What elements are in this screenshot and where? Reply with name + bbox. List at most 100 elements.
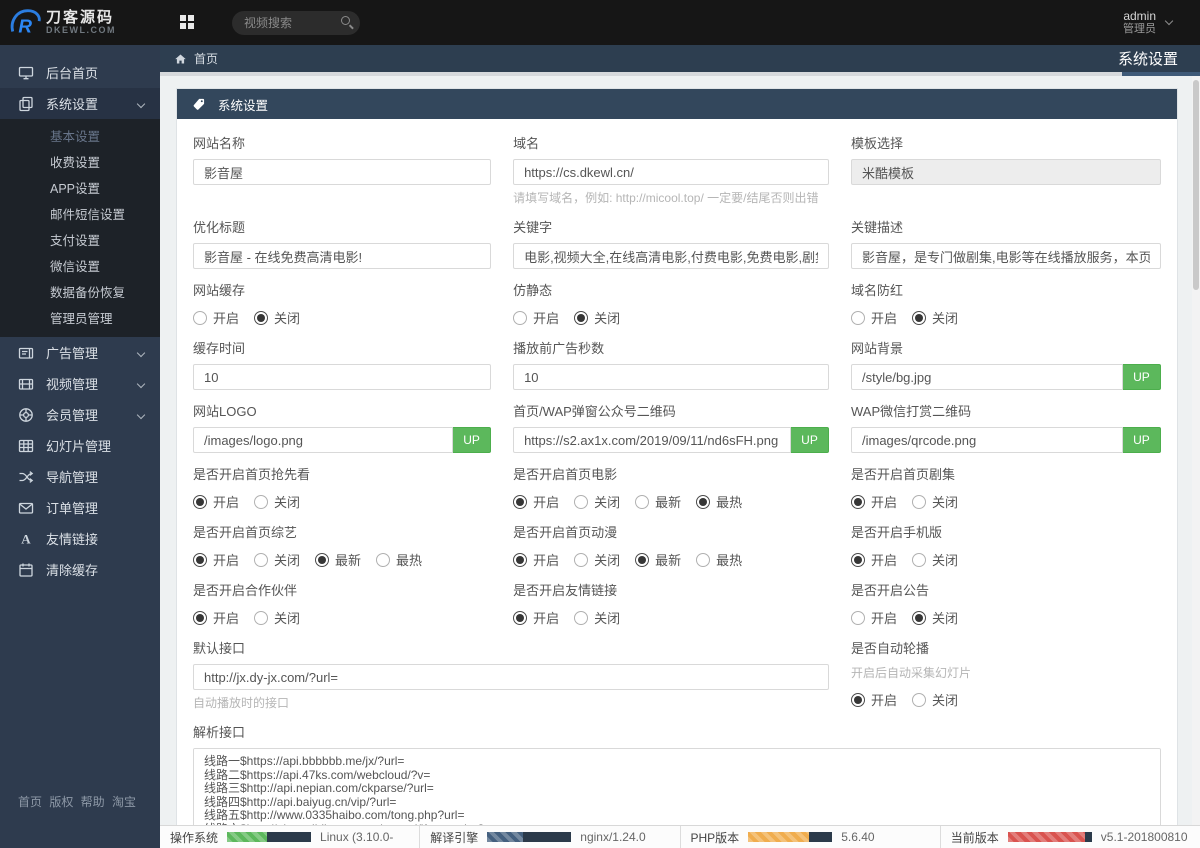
sidebar-subitem[interactable]: 微信设置 bbox=[0, 254, 160, 280]
text-input[interactable] bbox=[193, 427, 453, 453]
panel-title: 系统设置 bbox=[218, 95, 268, 114]
sidebar-subitem[interactable]: 邮件短信设置 bbox=[0, 202, 160, 228]
sidebar-footer-link[interactable]: 首页 bbox=[18, 793, 42, 810]
upload-button[interactable]: UP bbox=[791, 427, 829, 453]
settings-panel: 系统设置 网站名称 域名请填写域名，例如: http://micool.top/… bbox=[176, 88, 1178, 825]
text-input[interactable] bbox=[851, 243, 1161, 269]
radio-option[interactable]: 开启 bbox=[513, 492, 559, 511]
radio-option[interactable]: 关闭 bbox=[912, 492, 958, 511]
radio-option[interactable]: 关闭 bbox=[912, 308, 958, 327]
radio-option[interactable]: 开启 bbox=[193, 608, 239, 627]
radio-option[interactable]: 最新 bbox=[635, 550, 681, 569]
text-input[interactable] bbox=[851, 364, 1123, 390]
radio-option[interactable]: 关闭 bbox=[254, 308, 300, 327]
search-icon[interactable] bbox=[341, 16, 350, 25]
sidebar-item[interactable]: 幻灯片管理 bbox=[0, 430, 160, 461]
home-icon bbox=[174, 53, 187, 65]
text-input[interactable] bbox=[513, 243, 829, 269]
radio-option[interactable]: 关闭 bbox=[574, 308, 620, 327]
radio-option[interactable]: 开启 bbox=[193, 550, 239, 569]
apps-grid-icon[interactable] bbox=[178, 13, 198, 33]
radio-icon bbox=[696, 495, 710, 509]
text-input[interactable] bbox=[513, 159, 829, 185]
form-field: 是否开启手机版 开启 关闭 bbox=[851, 522, 1161, 569]
field-label: 关键描述 bbox=[851, 217, 1161, 236]
radio-option[interactable]: 开启 bbox=[513, 308, 559, 327]
sidebar-item[interactable]: 会员管理 bbox=[0, 399, 160, 430]
radio-option[interactable]: 开启 bbox=[513, 608, 559, 627]
radio-option[interactable]: 关闭 bbox=[574, 608, 620, 627]
sidebar-item-label: 幻灯片管理 bbox=[46, 436, 144, 455]
sidebar-item[interactable]: 系统设置 bbox=[0, 88, 160, 119]
text-input[interactable] bbox=[193, 243, 491, 269]
user-menu[interactable]: admin 管理员 bbox=[1123, 10, 1172, 35]
scrollbar-thumb[interactable] bbox=[1193, 80, 1199, 290]
radio-option[interactable]: 最新 bbox=[315, 550, 361, 569]
radio-group: 开启 关闭 bbox=[851, 308, 1161, 327]
radio-option[interactable]: 关闭 bbox=[574, 550, 620, 569]
status-label: 操作系统 bbox=[170, 829, 218, 846]
radio-option[interactable]: 关闭 bbox=[574, 492, 620, 511]
sidebar-item[interactable]: A 友情链接 bbox=[0, 523, 160, 554]
radio-option[interactable]: 关闭 bbox=[254, 550, 300, 569]
radio-option[interactable]: 关闭 bbox=[912, 550, 958, 569]
radio-icon bbox=[574, 495, 588, 509]
text-input[interactable] bbox=[193, 664, 829, 690]
sidebar-subitem[interactable]: 数据备份恢复 bbox=[0, 280, 160, 306]
text-input[interactable] bbox=[193, 364, 491, 390]
text-input[interactable] bbox=[193, 159, 491, 185]
sidebar-subitem[interactable]: 收费设置 bbox=[0, 150, 160, 176]
sidebar-subitem[interactable]: 支付设置 bbox=[0, 228, 160, 254]
sidebar-subitem[interactable]: 基本设置 bbox=[0, 124, 160, 150]
radio-option[interactable]: 开启 bbox=[193, 492, 239, 511]
sidebar-item[interactable]: 广告管理 bbox=[0, 337, 160, 368]
radio-option[interactable]: 关闭 bbox=[254, 608, 300, 627]
radio-option[interactable]: 开启 bbox=[513, 550, 559, 569]
form-field: 关键字 bbox=[513, 217, 829, 269]
text-input[interactable] bbox=[513, 427, 791, 453]
sidebar-subitem[interactable]: 管理员管理 bbox=[0, 306, 160, 332]
sidebar-footer-link[interactable]: 帮助 bbox=[81, 793, 105, 810]
text-input[interactable] bbox=[851, 159, 1161, 185]
status-value: v5.1-201800810 bbox=[1101, 830, 1188, 844]
radio-option[interactable]: 最热 bbox=[696, 492, 742, 511]
radio-icon bbox=[574, 311, 588, 325]
sidebar-item[interactable]: 导航管理 bbox=[0, 461, 160, 492]
sidebar-footer-link[interactable]: 淘宝 bbox=[112, 793, 136, 810]
radio-option[interactable]: 最热 bbox=[696, 550, 742, 569]
breadcrumb[interactable]: 首页 bbox=[174, 50, 218, 67]
radio-option[interactable]: 开启 bbox=[851, 308, 897, 327]
radio-icon bbox=[254, 553, 268, 567]
status-cell: 解译引擎 nginx/1.24.0 bbox=[419, 826, 679, 848]
radio-option[interactable]: 开启 bbox=[193, 308, 239, 327]
radio-option[interactable]: 关闭 bbox=[912, 690, 958, 709]
radio-option[interactable]: 关闭 bbox=[912, 608, 958, 627]
form-field: 网站缓存 开启 关闭 bbox=[193, 280, 491, 327]
sidebar-item[interactable]: 清除缓存 bbox=[0, 554, 160, 585]
radio-option[interactable]: 开启 bbox=[851, 492, 897, 511]
upload-input-group: UP bbox=[513, 427, 829, 453]
radio-option[interactable]: 最新 bbox=[635, 492, 681, 511]
vertical-scrollbar[interactable] bbox=[1192, 76, 1200, 825]
upload-button[interactable]: UP bbox=[1123, 364, 1161, 390]
upload-button[interactable]: UP bbox=[1123, 427, 1161, 453]
sidebar-subitem[interactable]: APP设置 bbox=[0, 176, 160, 202]
radio-option[interactable]: 开启 bbox=[851, 550, 897, 569]
textarea-input[interactable]: 线路一$https://api.bbbbbb.me/jx/?url= 线路二$h… bbox=[193, 748, 1161, 825]
radio-option[interactable]: 关闭 bbox=[254, 492, 300, 511]
text-input[interactable] bbox=[851, 427, 1123, 453]
radio-option[interactable]: 最热 bbox=[376, 550, 422, 569]
sidebar-item[interactable]: 订单管理 bbox=[0, 492, 160, 523]
svg-text:R: R bbox=[18, 16, 32, 37]
text-input[interactable] bbox=[513, 364, 829, 390]
upload-button[interactable]: UP bbox=[453, 427, 491, 453]
field-label: 缓存时间 bbox=[193, 338, 491, 357]
radio-option[interactable]: 开启 bbox=[851, 608, 897, 627]
field-label: 域名防红 bbox=[851, 280, 1161, 299]
sidebar-item[interactable]: 后台首页 bbox=[0, 57, 160, 88]
sidebar-footer-link[interactable]: 版权 bbox=[49, 793, 73, 810]
sidebar-item[interactable]: 视频管理 bbox=[0, 368, 160, 399]
sidebar-item-label: 导航管理 bbox=[46, 467, 144, 486]
field-label: 网站LOGO bbox=[193, 401, 491, 420]
radio-option[interactable]: 开启 bbox=[851, 690, 897, 709]
